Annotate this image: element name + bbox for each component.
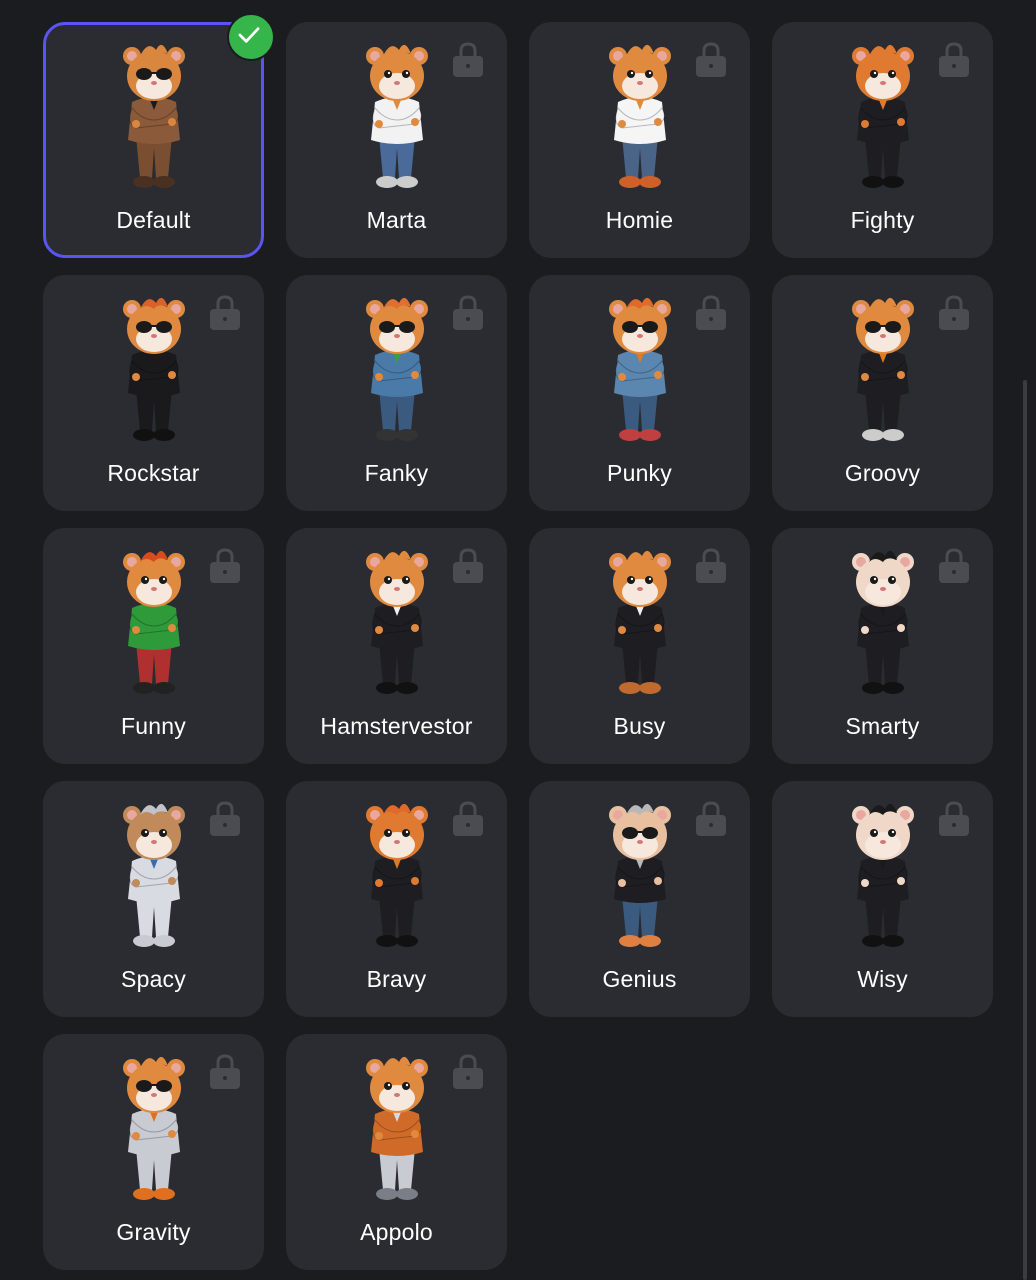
hamster-avatar-icon [122,803,185,947]
skin-name-label: Default [116,207,191,233]
lock-icon [208,1053,242,1091]
skin-avatar [592,795,688,955]
hamster-avatar-icon [608,297,671,441]
hamster-avatar-icon [365,803,428,947]
hamster-avatar-icon [851,297,914,441]
skin-name-label: Hamstervestor [320,713,473,739]
skin-name-label: Funny [121,713,186,739]
skin-name-label: Groovy [844,460,921,486]
hamster-avatar-icon [851,44,914,188]
skin-card-groovy[interactable]: Groovy [772,275,993,511]
skin-card-wisy[interactable]: Wisy [772,781,993,1017]
skin-avatar [106,1048,202,1208]
skin-card-marta[interactable]: Marta [286,22,507,258]
check-circle-icon [227,13,275,61]
lock-icon [937,294,971,332]
skin-card-punky[interactable]: Punky [529,275,750,511]
hamster-avatar-icon [365,297,428,441]
lock-icon [208,547,242,585]
skin-name-label: Genius [602,966,677,992]
skin-name-label: Spacy [121,966,186,992]
skin-name-label: Busy [613,713,666,739]
skin-card-gravity[interactable]: Gravity [43,1034,264,1270]
skin-avatar [835,36,931,196]
skin-card-genius[interactable]: Genius [529,781,750,1017]
skin-name-label: Bravy [366,966,427,992]
skin-avatar [106,36,202,196]
scrollbar[interactable] [1023,380,1027,1280]
skin-card-busy[interactable]: Busy [529,528,750,764]
hamster-avatar-icon [365,550,428,694]
skin-avatar [349,542,445,702]
skin-grid: Default Marta Homie Fighty Rockstar Fanky Punk… [43,13,993,1270]
lock-icon [694,800,728,838]
skin-avatar [106,542,202,702]
skin-card-fanky[interactable]: Fanky [286,275,507,511]
hamster-avatar-icon [122,44,185,188]
skin-name-label: Marta [366,207,427,233]
skin-card-default[interactable]: Default [43,13,275,258]
skin-name-label: Fighty [850,207,915,233]
lock-icon [937,800,971,838]
skin-avatar [835,542,931,702]
skin-card-spacy[interactable]: Spacy [43,781,264,1017]
lock-icon [451,800,485,838]
skin-card-rockstar[interactable]: Rockstar [43,275,264,511]
hamster-avatar-icon [608,44,671,188]
lock-icon [694,547,728,585]
skin-name-label: Appolo [360,1219,433,1245]
lock-icon [451,294,485,332]
skin-avatar [106,289,202,449]
hamster-avatar-icon [365,1056,428,1200]
skin-avatar [592,542,688,702]
skin-card-funny[interactable]: Funny [43,528,264,764]
lock-icon [694,294,728,332]
hamster-avatar-icon [851,803,914,947]
skin-avatar [106,795,202,955]
skin-name-label: Rockstar [107,460,200,486]
skin-avatar [349,289,445,449]
lock-icon [451,547,485,585]
skin-name-label: Wisy [857,966,908,992]
lock-icon [208,294,242,332]
lock-icon [208,800,242,838]
hamster-avatar-icon [365,44,428,188]
lock-icon [694,41,728,79]
skin-name-label: Punky [607,460,672,486]
hamster-avatar-icon [122,1056,185,1200]
skin-name-label: Fanky [364,460,429,486]
skin-avatar [349,795,445,955]
skin-card-bravy[interactable]: Bravy [286,781,507,1017]
hamster-avatar-icon [122,550,185,694]
skin-card-fighty[interactable]: Fighty [772,22,993,258]
skin-name-label: Gravity [116,1219,191,1245]
lock-icon [451,1053,485,1091]
skin-avatar [592,289,688,449]
skin-avatar [349,36,445,196]
lock-icon [451,41,485,79]
skin-card-smarty[interactable]: Smarty [772,528,993,764]
skin-name-label: Smarty [845,713,920,739]
skin-card-homie[interactable]: Homie [529,22,750,258]
skin-card-appolo[interactable]: Appolo [286,1034,507,1270]
skin-name-label: Homie [605,207,674,233]
lock-icon [937,547,971,585]
skin-avatar [349,1048,445,1208]
hamster-avatar-icon [608,550,671,694]
skin-avatar [835,289,931,449]
hamster-avatar-icon [608,803,671,947]
skin-card-hamstervestor[interactable]: Hamstervestor [286,528,507,764]
hamster-avatar-icon [851,550,914,694]
skin-avatar [835,795,931,955]
skin-avatar [592,36,688,196]
hamster-avatar-icon [122,297,185,441]
lock-icon [937,41,971,79]
